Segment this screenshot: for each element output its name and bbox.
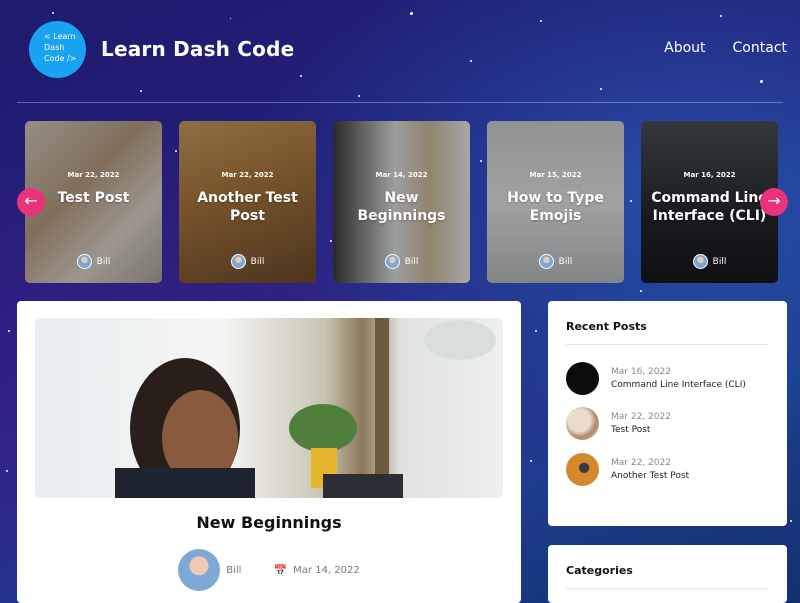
card-title[interactable]: Command Line Interface (CLI) xyxy=(649,189,770,225)
recent-post-date: Mar 22, 2022 xyxy=(611,412,671,422)
recent-post-title[interactable]: Command Line Interface (CLI) xyxy=(611,380,746,390)
card-author: Bill xyxy=(179,254,316,269)
recent-post-title[interactable]: Another Test Post xyxy=(611,471,689,481)
calendar-icon: 📅 xyxy=(273,563,288,577)
carousel-card[interactable]: Mar 22, 2022 Another Test Post Bill xyxy=(179,121,316,283)
avatar xyxy=(692,254,708,269)
recent-post-date: Mar 16, 2022 xyxy=(611,367,671,377)
carousel-card[interactable]: Mar 14, 2022 New Beginnings Bill xyxy=(333,121,470,283)
post-carousel: Mar 22, 2022 Test Post Bill Mar 22, 2022… xyxy=(25,121,800,283)
carousel-prev-button[interactable]: ← xyxy=(17,188,45,216)
recent-post-title[interactable]: Test Post xyxy=(611,425,671,435)
post-thumbnail xyxy=(566,362,599,395)
arrow-right-icon: → xyxy=(767,191,781,210)
post-thumbnail xyxy=(566,407,599,440)
post-hero-image[interactable] xyxy=(35,318,503,498)
carousel-card[interactable]: Mar 16, 2022 Command Line Interface (CLI… xyxy=(641,121,778,283)
card-author: Bill xyxy=(487,254,624,269)
recent-post-date: Mar 22, 2022 xyxy=(611,458,671,468)
card-date: Mar 22, 2022 xyxy=(221,171,274,179)
card-title[interactable]: Another Test Post xyxy=(187,189,308,225)
avatar xyxy=(230,254,246,269)
header-divider xyxy=(17,102,783,103)
arrow-left-icon: ← xyxy=(24,191,38,210)
recent-post-item[interactable]: Mar 22, 2022 Test Post xyxy=(566,407,671,440)
carousel-next-button[interactable]: → xyxy=(760,188,788,216)
hero-photo-illustration xyxy=(115,318,496,498)
card-date: Mar 14, 2022 xyxy=(375,171,428,179)
post-meta: Bill 📅 Mar 14, 2022 xyxy=(17,549,521,591)
carousel-card[interactable]: Mar 15, 2022 How to Type Emojis Bill xyxy=(487,121,624,283)
card-date: Mar 16, 2022 xyxy=(683,171,736,179)
avatar xyxy=(384,254,400,269)
recent-posts-heading: Recent Posts xyxy=(566,320,647,333)
recent-post-item[interactable]: Mar 22, 2022 Another Test Post xyxy=(566,453,689,486)
card-title[interactable]: How to Type Emojis xyxy=(495,189,616,225)
author-avatar[interactable] xyxy=(178,549,221,591)
divider xyxy=(566,588,769,589)
card-date: Mar 22, 2022 xyxy=(67,171,120,179)
card-title[interactable]: New Beginnings xyxy=(341,189,462,225)
main-nav: About Contact xyxy=(664,40,787,56)
avatar xyxy=(76,254,92,269)
card-title[interactable]: Test Post xyxy=(33,189,154,207)
recent-post-item[interactable]: Mar 16, 2022 Command Line Interface (CLI… xyxy=(566,362,746,395)
nav-about-link[interactable]: About xyxy=(664,40,705,56)
categories-heading: Categories xyxy=(566,564,633,577)
divider xyxy=(566,344,769,345)
site-title[interactable]: Learn Dash Code xyxy=(101,37,294,61)
recent-posts-widget: Recent Posts Mar 16, 2022 Command Line I… xyxy=(548,301,787,526)
card-author: Bill xyxy=(333,254,470,269)
site-logo[interactable]: < Learn Dash Code /> xyxy=(29,21,86,78)
card-date: Mar 15, 2022 xyxy=(529,171,582,179)
avatar xyxy=(538,254,554,269)
carousel-card[interactable]: Mar 22, 2022 Test Post Bill xyxy=(25,121,162,283)
post-date: Mar 14, 2022 xyxy=(293,564,360,576)
card-author: Bill xyxy=(641,254,778,269)
card-author: Bill xyxy=(25,254,162,269)
post-thumbnail xyxy=(566,453,599,486)
post-title[interactable]: New Beginnings xyxy=(17,513,521,532)
categories-widget: Categories xyxy=(548,545,787,603)
post-author[interactable]: Bill xyxy=(226,565,241,576)
nav-contact-link[interactable]: Contact xyxy=(733,40,787,56)
post-card: New Beginnings Bill 📅 Mar 14, 2022 xyxy=(17,301,521,603)
